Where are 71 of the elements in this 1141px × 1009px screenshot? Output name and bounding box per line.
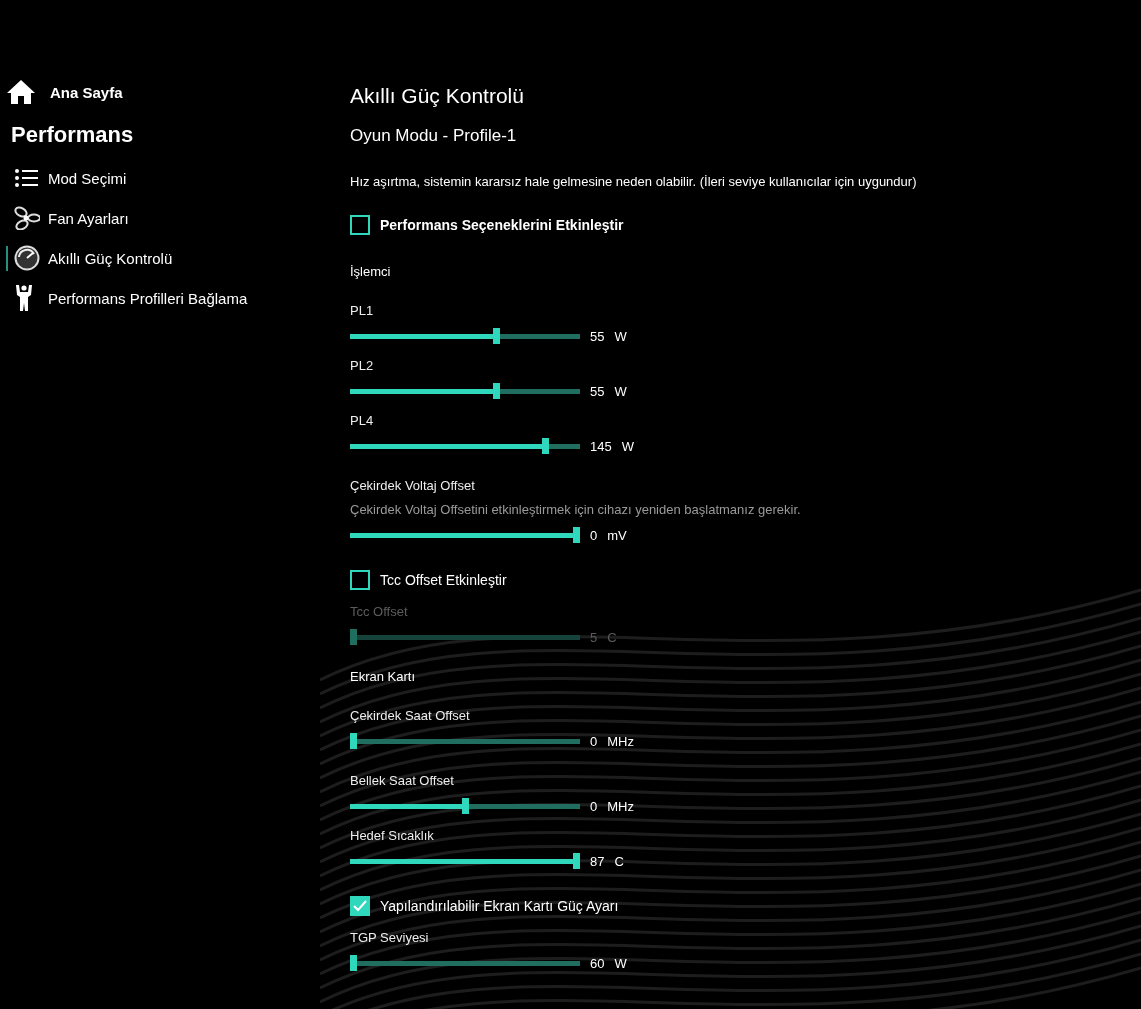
checkbox-label: Performans Seçeneklerini Etkinleştir — [380, 217, 624, 233]
checkbox[interactable] — [350, 896, 370, 916]
slider-label: Hedef Sıcaklık — [350, 827, 435, 845]
home-label: Ana Sayfa — [50, 83, 123, 101]
slider-label: PL4 — [350, 412, 375, 430]
slider-thumb[interactable] — [541, 438, 549, 454]
slider-label: Bellek Saat Offset — [350, 772, 455, 790]
slider-label: TGP Seviyesi — [350, 929, 430, 947]
slider-thumb[interactable] — [573, 527, 580, 543]
value-text: 60 — [590, 955, 605, 971]
nav-label: Fan Ayarları — [48, 209, 129, 227]
value-text: 5 — [590, 629, 598, 645]
slider[interactable] — [350, 527, 580, 543]
slider-thumb[interactable] — [573, 853, 580, 869]
slider[interactable] — [350, 383, 580, 399]
home-link[interactable]: Ana Sayfa — [6, 80, 320, 104]
slider-label: Tcc Offset — [350, 603, 409, 621]
slider[interactable] — [350, 853, 580, 869]
slider-thumb[interactable] — [350, 955, 357, 971]
warning-text: Hız aşırtma, sistemin kararsız hale gelmesine neden olabilir. (İleri seviye kullanıcılar için uygundur) — [350, 173, 918, 191]
hint-text: Çekirdek Voltaj Offsetini etkinleştirmek için cihazı yeniden başlatmanız gerekir. — [350, 501, 802, 519]
value-text: 0 — [590, 733, 598, 749]
slider[interactable] — [350, 328, 580, 344]
nav-label: Mod Seçimi — [48, 169, 127, 187]
unit-text: W — [614, 383, 627, 399]
nav-item[interactable]: Mod Seçimi — [0, 158, 320, 198]
slider-thumb[interactable] — [461, 798, 469, 814]
unit-text: C — [614, 853, 624, 869]
gauge-icon — [14, 245, 40, 271]
slider-label: Çekirdek Saat Offset — [350, 707, 471, 725]
checkbox-label: Yapılandırılabilir Ekran Kartı Güç Ayarı — [380, 898, 619, 914]
page-subtitle: Oyun Modu - Profile-1 — [350, 125, 518, 147]
nav-item[interactable]: Akıllı Güç Kontrolü — [0, 238, 320, 278]
list-icon — [14, 168, 38, 188]
slider-thumb[interactable] — [492, 328, 500, 344]
value-text: 55 — [590, 383, 605, 399]
nav-label: Akıllı Güç Kontrolü — [48, 249, 173, 267]
nav-item[interactable]: Fan Ayarları — [0, 198, 320, 238]
slider[interactable] — [350, 798, 580, 814]
home-icon — [6, 79, 36, 105]
unit-text: C — [607, 629, 617, 645]
slider[interactable] — [350, 438, 580, 454]
unit-text: W — [614, 328, 627, 344]
sidebar-heading: Performans — [11, 122, 135, 148]
slider-thumb[interactable] — [492, 383, 500, 399]
value-text: 87 — [590, 853, 605, 869]
slider[interactable] — [350, 733, 580, 749]
page-title: Akıllı Güç Kontrolü — [350, 83, 525, 109]
slider-thumb[interactable] — [350, 733, 357, 749]
checkbox[interactable] — [350, 570, 370, 590]
nav-label: Performans Profilleri Bağlama — [48, 289, 248, 307]
person-icon — [14, 284, 34, 312]
value-text: 0 — [590, 798, 598, 814]
slider-label: PL2 — [350, 357, 375, 375]
slider[interactable] — [350, 955, 580, 971]
checkbox[interactable] — [350, 215, 370, 235]
value-text: 145 — [590, 438, 612, 454]
value-text: 0 — [590, 527, 598, 543]
unit-text: MHz — [607, 733, 634, 749]
unit-text: MHz — [607, 798, 634, 814]
unit-text: W — [614, 955, 627, 971]
section-label: İşlemci — [350, 263, 392, 281]
slider-label: Çekirdek Voltaj Offset — [350, 477, 476, 495]
value-text: 55 — [590, 328, 605, 344]
fan-icon — [14, 206, 40, 230]
section-label: Ekran Kartı — [350, 668, 417, 686]
unit-text: mV — [607, 527, 627, 543]
nav-item[interactable]: Performans Profilleri Bağlama — [0, 278, 320, 318]
checkbox-label: Tcc Offset Etkinleştir — [380, 572, 507, 588]
unit-text: W — [621, 438, 634, 454]
slider-label: PL1 — [350, 302, 375, 320]
